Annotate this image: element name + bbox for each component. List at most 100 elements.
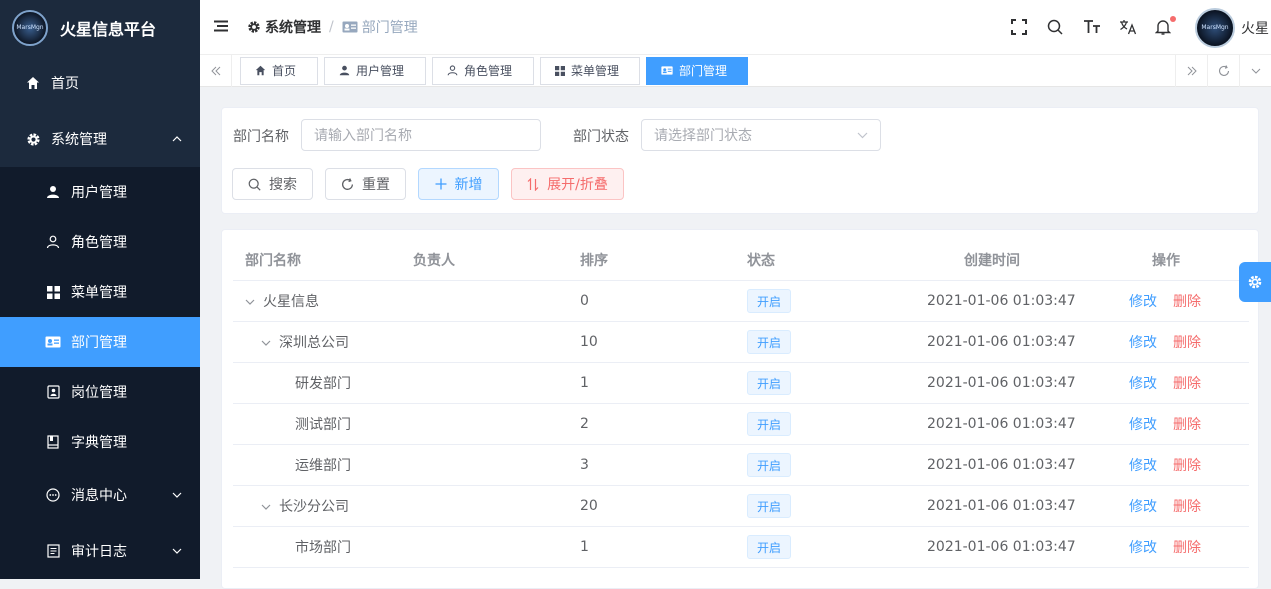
edit-link[interactable]: 修改 bbox=[1129, 417, 1157, 433]
status-badge: 开启 bbox=[747, 412, 792, 436]
cell-name: 市场部门 bbox=[277, 537, 351, 557]
tags-tools bbox=[1175, 55, 1271, 87]
sidebar-item-departments[interactable]: 部门管理 bbox=[0, 317, 200, 367]
dept-name-placeholder: 请输入部门名称 bbox=[314, 128, 412, 144]
delete-link[interactable]: 删除 bbox=[1173, 294, 1201, 310]
dept-name: 运维部门 bbox=[295, 458, 351, 474]
edit-link[interactable]: 修改 bbox=[1129, 376, 1157, 392]
grid-icon bbox=[45, 284, 61, 300]
tag-menus[interactable]: 菜单管理 bbox=[540, 56, 640, 85]
delete-link[interactable]: 删除 bbox=[1173, 499, 1201, 515]
dept-name: 研发部门 bbox=[295, 376, 351, 392]
cell-status: 开启 bbox=[747, 371, 792, 395]
hamburger-icon[interactable] bbox=[213, 19, 229, 35]
tag-list: 首页 用户管理 角色管理 菜单管理 部门管理 bbox=[240, 56, 754, 85]
delete-link[interactable]: 删除 bbox=[1173, 335, 1201, 351]
sidebar-item-roles[interactable]: 角色管理 bbox=[0, 217, 200, 267]
bell-icon[interactable] bbox=[1155, 15, 1176, 37]
sidebar-item-label: 首页 bbox=[51, 76, 79, 92]
settings-float-button[interactable] bbox=[1239, 262, 1271, 302]
user-name[interactable]: 火星 bbox=[1241, 18, 1271, 38]
reset-button[interactable]: 重置 bbox=[325, 168, 406, 200]
expand-chevron-icon[interactable] bbox=[261, 504, 271, 510]
cell-status: 开启 bbox=[747, 535, 792, 559]
edit-link[interactable]: 修改 bbox=[1129, 458, 1157, 474]
delete-link[interactable]: 删除 bbox=[1173, 540, 1201, 556]
refresh-icon bbox=[341, 177, 354, 191]
add-button[interactable]: 新增 bbox=[418, 168, 499, 200]
status-badge: 开启 bbox=[747, 535, 792, 559]
scroll-right-icon[interactable] bbox=[1175, 55, 1207, 87]
dept-status-select[interactable]: 请选择部门状态 bbox=[641, 119, 881, 151]
sidebar-item-label: 角色管理 bbox=[71, 235, 127, 251]
scroll-left-icon[interactable] bbox=[200, 54, 232, 87]
tag-home[interactable]: 首页 bbox=[240, 56, 318, 85]
breadcrumb: 系统管理 / 部门管理 bbox=[247, 17, 418, 37]
id-card-icon bbox=[342, 21, 358, 33]
dept-name: 市场部门 bbox=[295, 540, 351, 556]
tag-roles[interactable]: 角色管理 bbox=[432, 56, 534, 85]
cell-name: 火星信息 bbox=[245, 291, 319, 311]
sidebar-item-home[interactable]: 首页 bbox=[0, 55, 200, 111]
chat-icon bbox=[45, 487, 61, 503]
delete-link[interactable]: 删除 bbox=[1173, 458, 1201, 474]
home-icon bbox=[255, 65, 266, 76]
edit-link[interactable]: 修改 bbox=[1129, 540, 1157, 556]
chevron-down-icon bbox=[172, 548, 182, 554]
app-title: 火星信息平台 bbox=[60, 19, 157, 39]
expand-chevron-icon[interactable] bbox=[261, 340, 271, 346]
logo: MarsMgn bbox=[12, 9, 48, 46]
sidebar-item-audit[interactable]: 审计日志 bbox=[0, 523, 200, 579]
search-icon[interactable] bbox=[1047, 19, 1065, 37]
font-size-icon[interactable] bbox=[1083, 19, 1101, 37]
sidebar-item-users[interactable]: 用户管理 bbox=[0, 167, 200, 217]
cell-time: 2021-01-06 01:03:47 bbox=[927, 375, 1076, 391]
breadcrumb-item-department: 部门管理 bbox=[342, 17, 418, 37]
sidebar-item-label: 岗位管理 bbox=[71, 385, 127, 401]
cell-time: 2021-01-06 01:03:47 bbox=[927, 334, 1076, 350]
sidebar-item-system[interactable]: 系统管理 bbox=[0, 111, 200, 167]
col-time: 创建时间 bbox=[964, 253, 1020, 269]
sort-icon bbox=[527, 177, 539, 191]
cell-time: 2021-01-06 01:03:47 bbox=[927, 416, 1076, 432]
search-button[interactable]: 搜索 bbox=[232, 168, 313, 200]
edit-link[interactable]: 修改 bbox=[1129, 335, 1157, 351]
sidebar-item-menus[interactable]: 菜单管理 bbox=[0, 267, 200, 317]
sidebar-submenu: 用户管理 角色管理 菜单管理 部门管理 岗位管理 字典管理 bbox=[0, 167, 200, 467]
sidebar-item-posts[interactable]: 岗位管理 bbox=[0, 367, 200, 417]
search-form: 部门名称 请输入部门名称 部门状态 请选择部门状态 搜索 重置 新增 展开/折叠 bbox=[221, 107, 1259, 214]
avatar[interactable]: MarsMgn bbox=[1195, 7, 1235, 48]
delete-link[interactable]: 删除 bbox=[1173, 417, 1201, 433]
post-icon bbox=[45, 384, 61, 400]
tag-label: 部门管理 bbox=[679, 64, 728, 78]
tag-departments[interactable]: 部门管理 bbox=[646, 56, 748, 85]
dept-name-input[interactable]: 请输入部门名称 bbox=[301, 119, 541, 151]
tag-users[interactable]: 用户管理 bbox=[324, 56, 426, 85]
edit-link[interactable]: 修改 bbox=[1129, 294, 1157, 310]
sidebar: MarsMgn 火星信息平台 首页 系统管理 用户管理 角色管理 菜单管理 部门… bbox=[0, 0, 200, 579]
expand-toggle-button[interactable]: 展开/折叠 bbox=[511, 168, 624, 200]
breadcrumb-item-system[interactable]: 系统管理 bbox=[247, 17, 321, 37]
sidebar-item-messages[interactable]: 消息中心 bbox=[0, 467, 200, 523]
refresh-icon[interactable] bbox=[1207, 55, 1239, 87]
cell-status: 开启 bbox=[747, 289, 792, 313]
table-row: 深圳总公司 10 开启 2021-01-06 01:03:47 修改 删除 bbox=[233, 322, 1249, 363]
sidebar-item-label: 菜单管理 bbox=[71, 285, 127, 301]
breadcrumb-label: 系统管理 bbox=[265, 20, 321, 36]
add-button-label: 新增 bbox=[454, 177, 483, 193]
logo-row: MarsMgn 火星信息平台 bbox=[0, 0, 200, 55]
breadcrumb-label: 部门管理 bbox=[361, 20, 418, 36]
fullscreen-icon[interactable] bbox=[1011, 18, 1029, 37]
sidebar-item-label: 字典管理 bbox=[71, 435, 127, 451]
expand-chevron-icon[interactable] bbox=[245, 299, 255, 305]
translate-icon[interactable] bbox=[1119, 19, 1137, 37]
delete-link[interactable]: 删除 bbox=[1173, 376, 1201, 392]
cell-ops: 修改 删除 bbox=[1129, 537, 1217, 557]
user-outline-icon bbox=[447, 65, 458, 76]
edit-link[interactable]: 修改 bbox=[1129, 499, 1157, 515]
more-icon[interactable] bbox=[1239, 55, 1271, 87]
sidebar-item-dict[interactable]: 字典管理 bbox=[0, 417, 200, 467]
sidebar-item-label: 用户管理 bbox=[71, 185, 127, 201]
